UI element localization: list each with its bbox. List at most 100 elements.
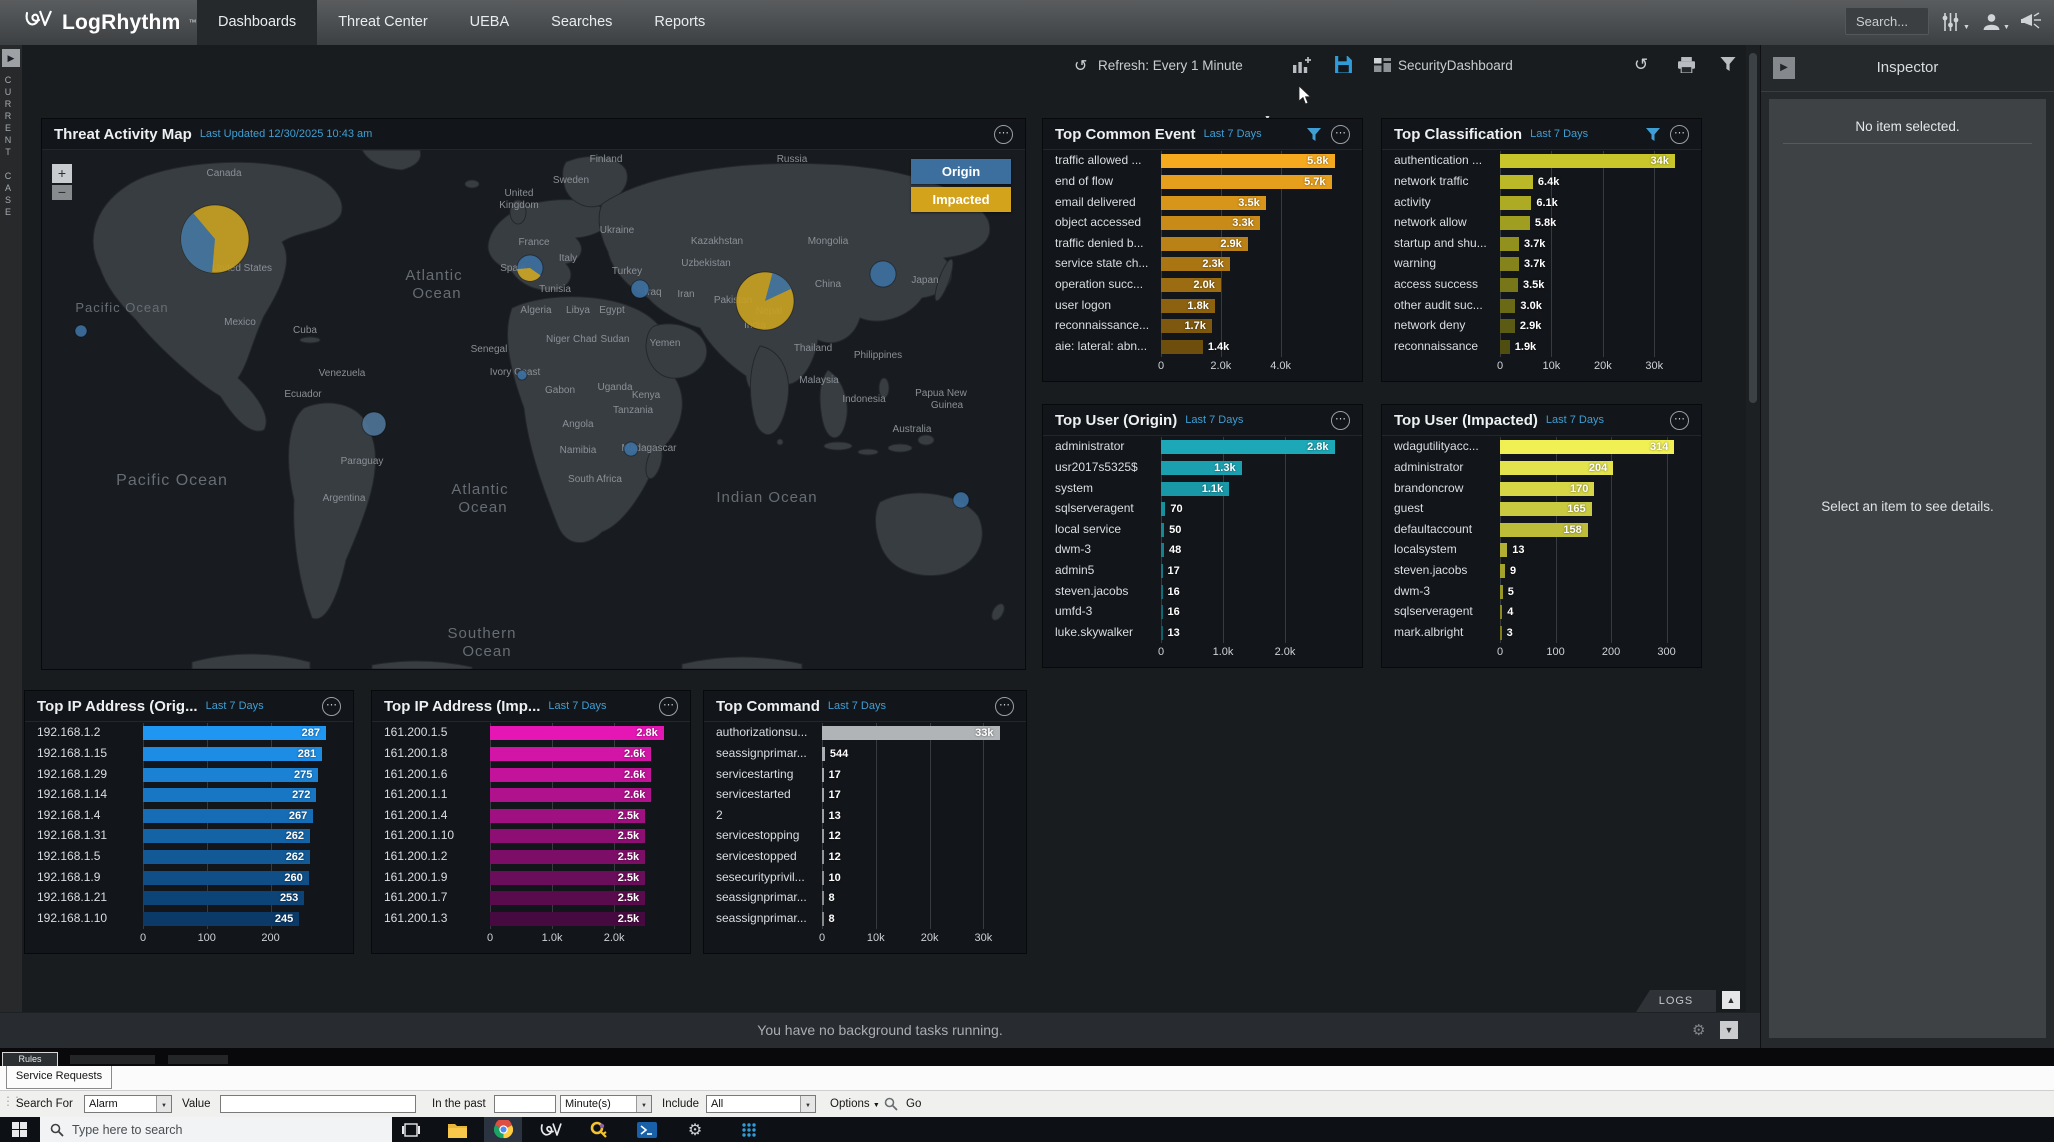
options-dropdown[interactable]: Options ▼: [830, 1098, 880, 1110]
bar[interactable]: [1500, 340, 1510, 354]
widget-menu-button[interactable]: [994, 125, 1013, 144]
bar[interactable]: [822, 829, 824, 843]
refresh-interval-dropdown[interactable]: Refresh: Every 1 Minute: [1098, 58, 1243, 73]
taskbar-search-box[interactable]: Type here to search: [40, 1117, 392, 1142]
bar[interactable]: [822, 891, 824, 905]
app-grid-icon[interactable]: [730, 1117, 768, 1142]
bar[interactable]: [1500, 278, 1518, 292]
bar[interactable]: [822, 871, 824, 885]
bar[interactable]: [1500, 237, 1519, 251]
widget-menu-button[interactable]: [322, 697, 341, 716]
time-unit-dropdown[interactable]: Minute(s): [560, 1095, 652, 1113]
user-caret-icon[interactable]: [2003, 16, 2010, 34]
widget-menu-button[interactable]: [1670, 411, 1689, 430]
value-input[interactable]: [220, 1095, 416, 1113]
tasks-collapse-button[interactable]: ▼: [1720, 1021, 1738, 1039]
bar[interactable]: [1500, 175, 1533, 189]
bar[interactable]: [822, 850, 824, 864]
bar[interactable]: [1500, 196, 1531, 210]
filter-dashboard-icon[interactable]: [1720, 57, 1736, 76]
bar[interactable]: [1161, 340, 1203, 354]
nav-tab-threat-center[interactable]: Threat Center: [317, 0, 448, 45]
bar[interactable]: [1500, 564, 1505, 578]
nav-tab-reports[interactable]: Reports: [633, 0, 726, 45]
save-dashboard-icon[interactable]: [1334, 55, 1353, 79]
bar[interactable]: [1500, 626, 1502, 640]
chrome-icon[interactable]: [484, 1117, 522, 1142]
duration-input[interactable]: [494, 1095, 556, 1113]
expand-case-panel-button[interactable]: ▶: [2, 49, 20, 67]
bar[interactable]: [1161, 605, 1163, 619]
nav-tab-dashboards[interactable]: Dashboards: [197, 0, 317, 48]
widget-menu-button[interactable]: [1670, 125, 1689, 144]
include-dropdown[interactable]: All: [706, 1095, 816, 1113]
map-marker[interactable]: [870, 261, 896, 287]
nav-tab-searches[interactable]: Searches: [530, 0, 633, 45]
settings-caret-icon[interactable]: [1963, 16, 1970, 34]
dashboard-name[interactable]: SecurityDashboard: [1398, 58, 1513, 73]
megaphone-icon[interactable]: [2020, 12, 2042, 35]
undo-icon[interactable]: ↺: [1634, 55, 1648, 75]
refresh-icon[interactable]: ↺: [1074, 56, 1087, 76]
bar[interactable]: [822, 747, 825, 761]
logrhythm-logo[interactable]: LogRhythm ™: [24, 0, 196, 45]
tasks-settings-gear-icon[interactable]: ⚙: [1692, 1021, 1705, 1039]
print-icon[interactable]: [1678, 57, 1695, 78]
filter-icon[interactable]: [1307, 128, 1321, 141]
bar[interactable]: [1500, 299, 1515, 313]
bar[interactable]: [1161, 523, 1164, 537]
bar[interactable]: [1500, 585, 1503, 599]
widget-menu-button[interactable]: [1331, 411, 1350, 430]
map-marker[interactable]: [517, 370, 527, 380]
map-marker[interactable]: [75, 325, 87, 337]
start-button[interactable]: [12, 1122, 28, 1138]
file-explorer-icon[interactable]: [438, 1117, 476, 1142]
map-marker[interactable]: [631, 280, 649, 298]
task-view-icon[interactable]: [392, 1117, 430, 1142]
bar[interactable]: [1500, 257, 1519, 271]
bar[interactable]: [822, 809, 824, 823]
bar[interactable]: [1161, 543, 1164, 557]
bar[interactable]: [1500, 216, 1530, 230]
inspector-collapse-button[interactable]: ▶: [1773, 57, 1795, 79]
map-zoom-out-button[interactable]: −: [52, 185, 72, 200]
filter-icon[interactable]: [1646, 128, 1660, 141]
go-button[interactable]: Go: [906, 1098, 921, 1110]
logs-panel-tab[interactable]: LOGS: [1636, 990, 1716, 1012]
bar[interactable]: [822, 768, 824, 782]
map-zoom-in-button[interactable]: +: [52, 164, 72, 183]
map-marker[interactable]: [362, 412, 386, 436]
world-map[interactable]: Pacific OceanPacific OceanAtlanticOceanA…: [42, 150, 1025, 669]
powershell-icon[interactable]: [628, 1117, 666, 1142]
map-marker[interactable]: [624, 442, 638, 456]
widget-menu-button[interactable]: [659, 697, 678, 716]
global-search-button[interactable]: Search...: [1845, 7, 1929, 35]
widget-menu-button[interactable]: [1331, 125, 1350, 144]
go-search-icon[interactable]: [884, 1097, 898, 1116]
background-window-tab[interactable]: Rules: [2, 1052, 58, 1067]
dashboard-grid-icon[interactable]: [1374, 58, 1391, 77]
settings-sliders-icon[interactable]: [1942, 12, 1959, 37]
legend-origin-button[interactable]: Origin: [911, 159, 1011, 184]
bar[interactable]: [1161, 564, 1163, 578]
user-icon[interactable]: [1982, 12, 2001, 36]
search-type-dropdown[interactable]: Alarm: [84, 1095, 172, 1113]
logrhythm-app-icon[interactable]: [532, 1117, 570, 1142]
scrollbar-thumb[interactable]: [1749, 53, 1757, 403]
bar[interactable]: [822, 912, 824, 926]
bar[interactable]: [1500, 319, 1515, 333]
bar[interactable]: [1161, 626, 1163, 640]
settings-gear-icon[interactable]: ⚙: [676, 1117, 714, 1142]
nav-tab-ueba[interactable]: UEBA: [449, 0, 531, 45]
logs-expand-button[interactable]: ▲: [1722, 991, 1740, 1009]
legend-impacted-button[interactable]: Impacted: [911, 187, 1011, 212]
map-marker[interactable]: [953, 492, 969, 508]
bar[interactable]: [1161, 502, 1165, 516]
bar[interactable]: [1161, 585, 1163, 599]
keepass-app-icon[interactable]: [580, 1117, 618, 1142]
widget-menu-button[interactable]: [995, 697, 1014, 716]
bar[interactable]: [822, 788, 824, 802]
bar[interactable]: [1500, 543, 1507, 557]
bar[interactable]: [1500, 605, 1502, 619]
service-requests-tab[interactable]: Service Requests: [6, 1066, 112, 1089]
